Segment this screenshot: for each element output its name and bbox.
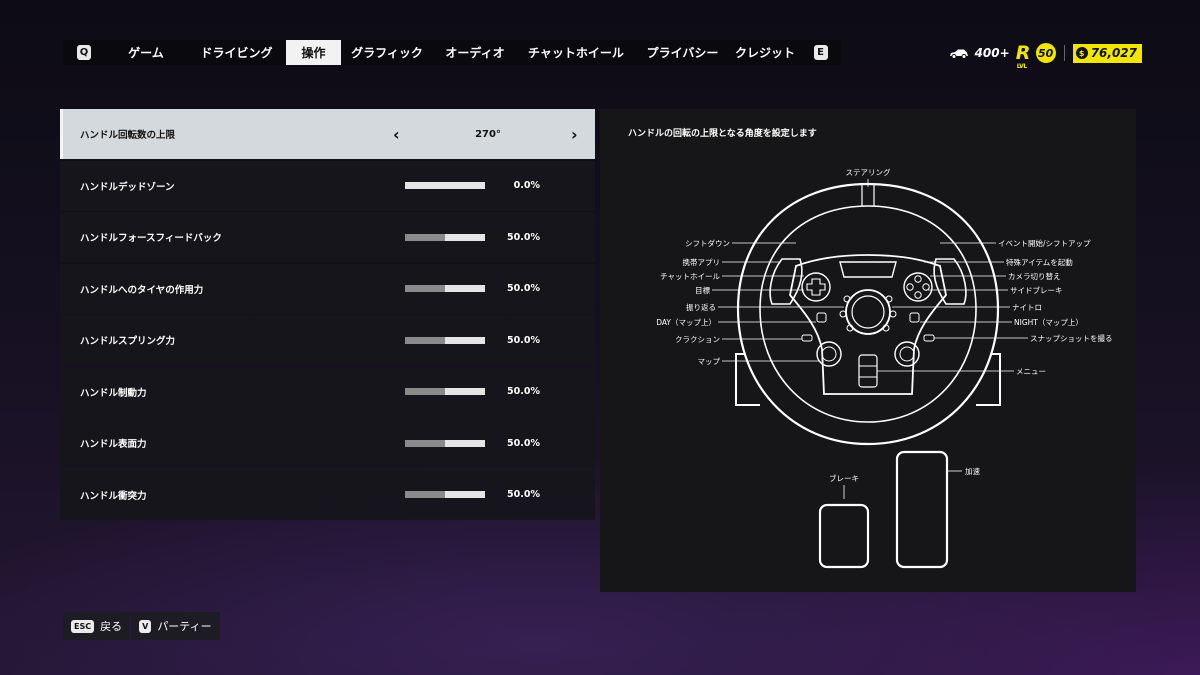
label-mobile-app: 携帯アプリ <box>683 257 721 267</box>
wheel-rim-outline <box>736 182 1000 446</box>
setting-value: 50.0% <box>507 386 540 397</box>
label-look-back: 振り返る <box>686 302 716 312</box>
label-accelerate: 加速 <box>965 466 980 476</box>
setting-slider[interactable] <box>405 182 485 189</box>
setting-row-collision-force[interactable]: ハンドル衝突力 50.0% <box>60 469 595 520</box>
party-button[interactable]: V パーティー <box>131 612 220 640</box>
currency-amount: 76,027 <box>1090 46 1137 60</box>
label-camera: カメラ切り替え <box>1008 271 1061 281</box>
label-shift-down: シフトダウン <box>685 238 730 248</box>
setting-row-tire-force[interactable]: ハンドルへのタイヤの作用力 50.0% <box>60 263 595 314</box>
party-label: パーティー <box>157 620 212 633</box>
divider <box>1063 45 1065 61</box>
setting-value: 50.0% <box>507 334 540 346</box>
settings-list: ハンドル回転数の上限 ‹ 270° › ハンドルデッドゾーン 0.0% ハンドル… <box>60 109 595 521</box>
setting-slider[interactable] <box>405 336 485 344</box>
next-tab-key[interactable]: E <box>800 40 841 65</box>
label-night: NIGHT（マップ上） <box>1014 318 1083 327</box>
setting-label: ハンドル表面力 <box>80 439 147 450</box>
rep-logo-icon: R LVL <box>1015 42 1031 71</box>
setting-value: 50.0% <box>507 231 540 243</box>
setting-value: 50.0% <box>507 437 540 449</box>
tab-graphics[interactable]: グラフィック <box>341 40 433 65</box>
setting-label: ハンドルへのタイヤの作用力 <box>80 284 204 296</box>
chevron-left-icon[interactable]: ‹ <box>393 109 400 159</box>
label-day: DAY（マップ上） <box>656 318 716 327</box>
v-key-icon: V <box>139 619 152 633</box>
back-label: 戻る <box>100 620 123 633</box>
label-menu: メニュー <box>1016 367 1046 376</box>
label-event-start: イベント開始/シフトアップ <box>998 238 1091 248</box>
setting-slider[interactable] <box>405 491 485 498</box>
label-chat-wheel: チャットホイール <box>660 272 720 281</box>
accelerator-pedal <box>895 450 949 569</box>
label-objective: 目標 <box>695 285 710 295</box>
wheel-diagram: ステアリング シフトダウン 携帯アプリ チャットホイール 目標 振り返る DAY… <box>656 167 1113 569</box>
setting-row-spring-force[interactable]: ハンドルスプリング力 50.0% <box>60 315 595 365</box>
label-horn: クラクション <box>675 335 720 344</box>
tab-driving[interactable]: ドライビング <box>187 40 286 65</box>
setting-value: 50.0% <box>507 283 540 294</box>
tab-privacy[interactable]: プライバシー <box>635 40 730 65</box>
tab-audio[interactable]: オーディオ <box>433 40 517 65</box>
currency-display: $ 76,027 <box>1072 43 1142 63</box>
label-handbrake: サイドブレーキ <box>1010 285 1063 295</box>
tab-credits[interactable]: クレジット <box>730 40 800 65</box>
label-steering: ステアリング <box>846 167 891 177</box>
slider-fill <box>405 491 445 498</box>
tab-game[interactable]: ゲーム <box>105 40 187 65</box>
setting-slider[interactable] <box>405 285 485 292</box>
slider-fill <box>405 388 445 395</box>
brake-pedal <box>818 503 870 569</box>
player-status: 400+ R LVL 50 $ 76,027 <box>949 42 1142 71</box>
e-key-icon: E <box>813 45 828 60</box>
setting-value: 270° <box>475 128 501 140</box>
setting-label: ハンドル衝突力 <box>80 490 147 502</box>
esc-key-icon: ESC <box>71 619 95 633</box>
car-icon <box>949 49 968 59</box>
info-panel: ハンドルの回転の上限となる角度を設定します ステアリング シフトダウン 携帯アプ… <box>600 109 1136 592</box>
setting-row-damper-force[interactable]: ハンドル制動力 50.0% <box>60 366 595 417</box>
setting-slider[interactable] <box>405 388 485 395</box>
setting-slider[interactable] <box>405 439 485 447</box>
setting-row-force-feedback[interactable]: ハンドルフォースフィードバック 50.0% <box>60 212 595 262</box>
footer-actions: ESC 戻る V パーティー <box>63 612 220 640</box>
performance-rating: 400+ <box>974 46 1010 60</box>
chevron-right-icon[interactable]: › <box>571 109 578 159</box>
level-badge: 50 <box>1035 43 1056 63</box>
slider-fill <box>405 233 445 241</box>
wheel-hub <box>789 254 947 395</box>
slider-fill <box>405 336 445 344</box>
setting-row-surface-force[interactable]: ハンドル表面力 50.0% <box>60 418 595 468</box>
q-key-icon: Q <box>77 45 91 60</box>
slider-fill <box>405 285 445 292</box>
tab-chat-wheel[interactable]: チャットホイール <box>517 40 635 65</box>
setting-row-wheel-rotation[interactable]: ハンドル回転数の上限 ‹ 270° › <box>60 109 595 159</box>
slider-fill <box>405 439 445 447</box>
coin-icon: $ <box>1075 47 1088 59</box>
settings-tab-bar: Q ゲーム ドライビング 操作 グラフィック オーディオ チャットホイール プラ… <box>63 40 841 65</box>
setting-label: ハンドル制動力 <box>80 387 147 399</box>
label-nitro: ナイトロ <box>1012 303 1042 312</box>
setting-value: 50.0% <box>507 489 540 500</box>
back-button[interactable]: ESC 戻る <box>63 612 131 640</box>
prev-tab-key[interactable]: Q <box>63 40 105 65</box>
setting-label: ハンドルフォースフィードバック <box>80 233 222 244</box>
tab-controls[interactable]: 操作 <box>286 40 341 65</box>
label-special-item: 特殊アイテムを起動 <box>1006 257 1073 267</box>
label-snapshot: スナップショットを撮る <box>1030 333 1113 343</box>
wheel-rim-inner <box>759 205 977 423</box>
setting-value: 0.0% <box>513 180 540 191</box>
setting-label: ハンドルスプリング力 <box>80 336 176 347</box>
label-brake: ブレーキ <box>829 473 859 483</box>
label-map: マップ <box>698 357 721 366</box>
setting-label: ハンドルデッドゾーン <box>80 181 175 193</box>
setting-slider[interactable] <box>405 233 485 241</box>
setting-label: ハンドル回転数の上限 <box>80 130 176 141</box>
setting-row-deadzone[interactable]: ハンドルデッドゾーン 0.0% <box>60 160 595 211</box>
